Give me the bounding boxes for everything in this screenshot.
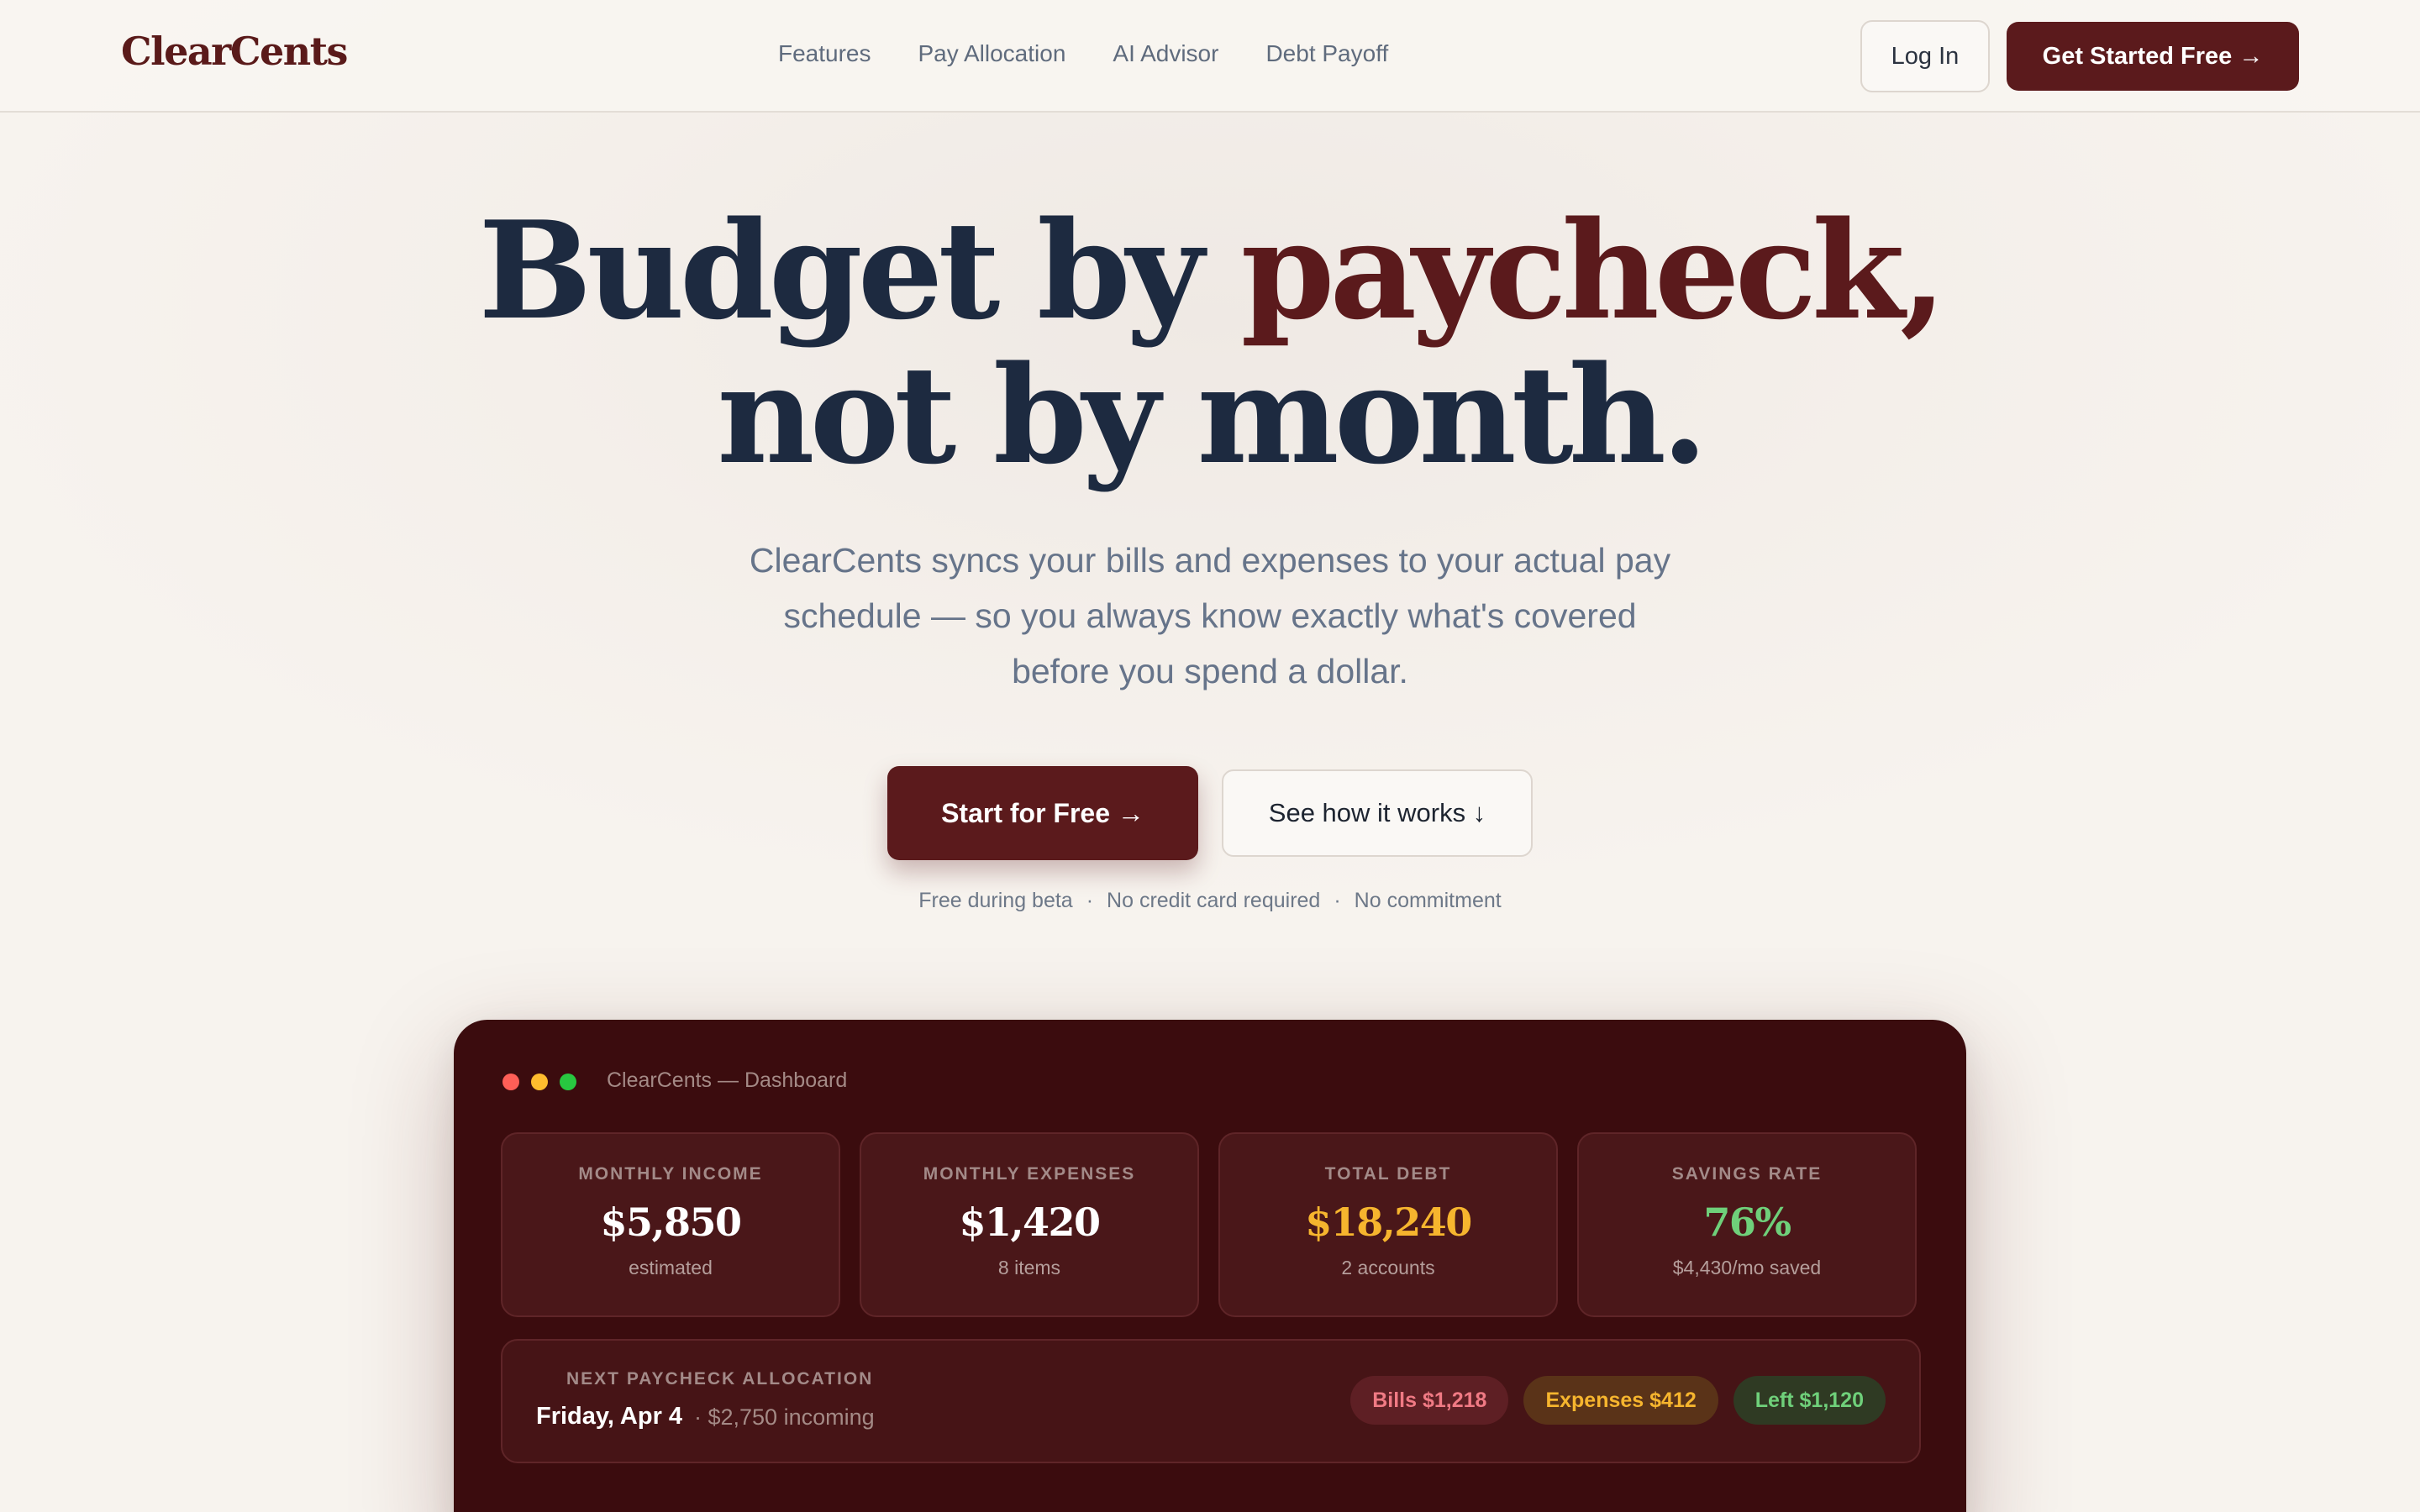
window-controls [502, 1074, 576, 1090]
hero-title-accent: paycheck, [1240, 192, 1947, 349]
fineprint-no-card: No credit card required [1107, 889, 1321, 912]
stat-note: estimated [629, 1257, 713, 1278]
stat-value: $1,420 [959, 1200, 1101, 1245]
get-started-button[interactable]: Get Started Free → [2007, 22, 2299, 91]
stat-card-monthly-expenses: MONTHLY EXPENSES $1,420 8 items [860, 1132, 1199, 1317]
nav-links: Features Pay Allocation AI Advisor Debt … [778, 40, 1388, 67]
start-free-button[interactable]: Start for Free → [887, 766, 1198, 860]
stat-card-total-debt: TOTAL DEBT $18,240 2 accounts [1218, 1132, 1558, 1317]
hero-title-line2: not by month. [717, 336, 1707, 494]
fineprint-beta: Free during beta [918, 889, 1073, 912]
stat-value: $18,240 [1305, 1200, 1472, 1245]
allocation-pills: Bills $1,218 Expenses $412 Left $1,120 [1350, 1376, 1886, 1425]
hero-fineprint: Free during beta · No credit card required… [0, 889, 2420, 913]
landing-page: ClearCents Features Pay Allocation AI Ad… [0, 0, 2420, 1512]
expenses-pill: Expenses $412 [1523, 1376, 1718, 1425]
hero-title: Budget by paycheck, not by month. [0, 198, 2420, 487]
stat-note: 8 items [997, 1257, 1061, 1278]
allocation-date: Friday, Apr 4 [536, 1403, 683, 1430]
nav-link-ai-advisor[interactable]: AI Advisor [1113, 40, 1218, 67]
stat-card-savings-rate: SAVINGS RATE 76% $4,430/mo saved [1577, 1132, 1917, 1317]
next-paycheck-allocation: NEXT PAYCHECK ALLOCATION Friday, Apr 4 ·… [501, 1339, 1921, 1463]
stat-label: MONTHLY INCOME [578, 1164, 763, 1184]
nav-link-features[interactable]: Features [778, 40, 871, 67]
hero-subtitle: ClearCents syncs your bills and expenses… [749, 541, 1671, 690]
fineprint-no-commitment: No commitment [1354, 889, 1502, 912]
nav-link-debt-payoff[interactable]: Debt Payoff [1265, 40, 1388, 67]
fineprint-separator: · [1334, 889, 1341, 912]
top-nav: ClearCents Features Pay Allocation AI Ad… [0, 0, 2420, 113]
stat-value: 76% [1703, 1200, 1791, 1245]
allocation-income: · $2,750 incoming [694, 1404, 875, 1430]
stat-note: 2 accounts [1341, 1257, 1435, 1278]
fineprint-separator: · [1086, 889, 1094, 912]
stat-note: $4,430/mo saved [1672, 1257, 1822, 1278]
see-how-it-works-button[interactable]: See how it works ↓ [1222, 769, 1533, 857]
close-dot-icon [502, 1074, 519, 1090]
dashboard-preview: ClearCents — Dashboard MONTHLY INCOME $5… [454, 1020, 1966, 1512]
stat-card-monthly-income: MONTHLY INCOME $5,850 estimated [501, 1132, 840, 1317]
left-pill: Left $1,120 [1733, 1376, 1886, 1425]
nav-link-pay-allocation[interactable]: Pay Allocation [918, 40, 1066, 67]
bills-pill: Bills $1,218 [1350, 1376, 1509, 1425]
stat-label: SAVINGS RATE [1671, 1164, 1823, 1184]
minimize-dot-icon [531, 1074, 548, 1090]
hero-title-part1: Budget by [478, 192, 1241, 349]
stat-label: MONTHLY EXPENSES [923, 1164, 1136, 1184]
stat-value: $5,850 [600, 1200, 742, 1245]
brand-logo[interactable]: ClearCents [121, 29, 348, 74]
dashboard-window-title: ClearCents — Dashboard [607, 1068, 848, 1092]
allocation-label: NEXT PAYCHECK ALLOCATION [566, 1369, 874, 1389]
maximize-dot-icon [560, 1074, 576, 1090]
login-button[interactable]: Log In [1860, 20, 1990, 92]
stat-label: TOTAL DEBT [1324, 1164, 1452, 1184]
